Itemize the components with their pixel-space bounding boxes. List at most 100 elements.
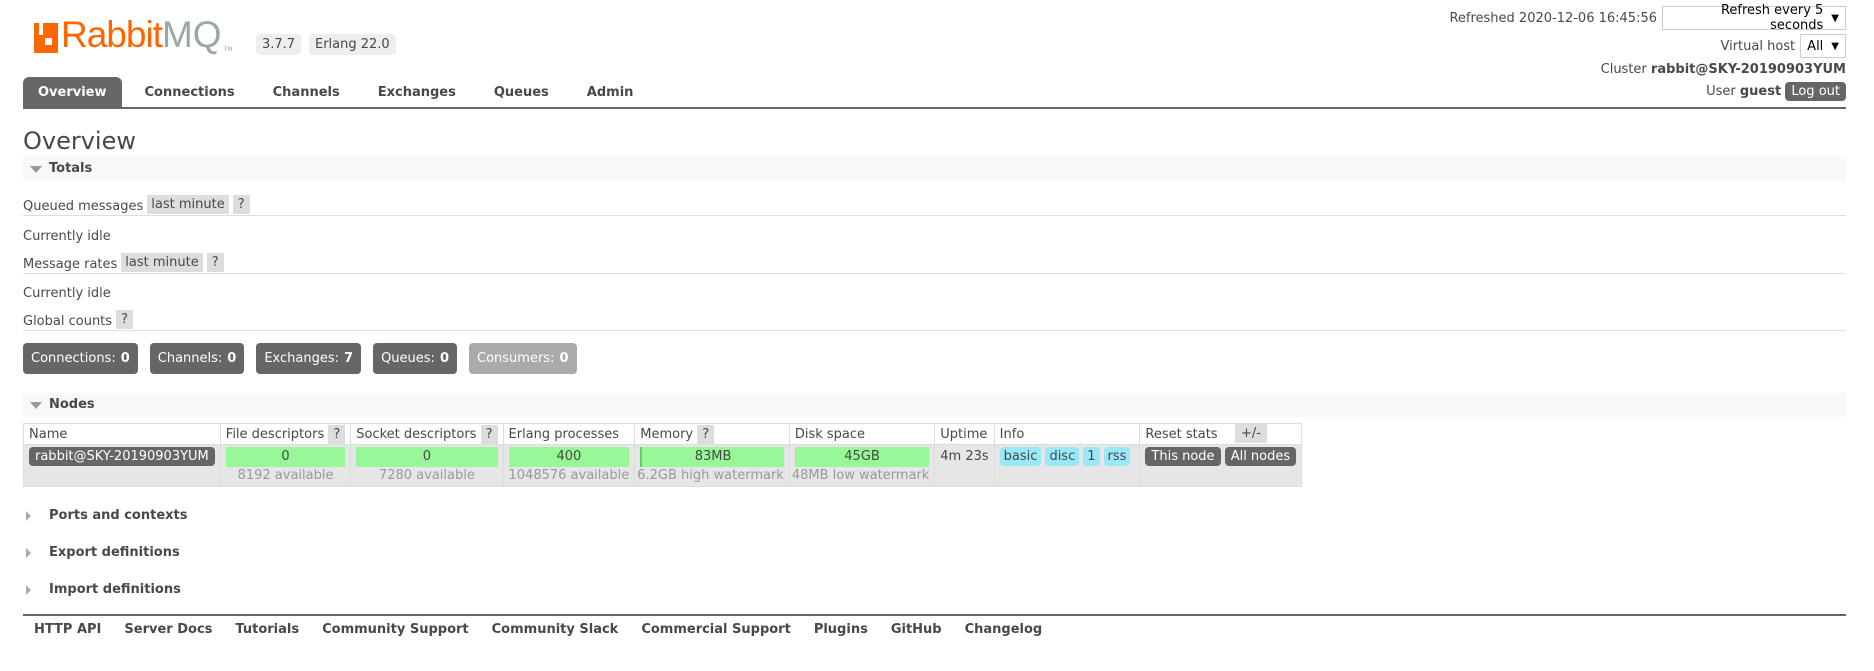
count-value: 7: [344, 351, 354, 366]
col-fd: File descriptors ?: [219, 423, 352, 445]
info-badge: disc: [1045, 447, 1080, 466]
info-badge: 1: [1083, 447, 1100, 466]
count-value: 0: [439, 351, 449, 366]
page-title: Overview: [23, 127, 136, 155]
channels-count[interactable]: Channels: 0: [149, 343, 245, 374]
logo-icon: [34, 23, 58, 53]
cluster-value: rabbit@SKY-20190903YUM: [1650, 62, 1846, 77]
help-icon[interactable]: ?: [116, 310, 133, 329]
consumers-count[interactable]: Consumers: 0: [469, 343, 577, 374]
rates-status: Currently idle: [23, 286, 111, 301]
import-section-header[interactable]: Import definitions: [23, 580, 181, 600]
col-name: Name: [23, 423, 221, 445]
message-rates-row: Message rates last minute?: [23, 252, 1846, 274]
count-label: Connections:: [31, 351, 116, 366]
range-selector[interactable]: last minute: [147, 195, 229, 214]
help-icon[interactable]: ?: [480, 424, 498, 444]
col-info: Info: [993, 423, 1141, 445]
help-icon[interactable]: ?: [328, 424, 346, 444]
table-row: rabbit@SKY-20190903YUM 0 8192 available 0…: [23, 444, 1303, 487]
global-counts: Connections: 0 Channels: 0 Exchanges: 7 Que…: [23, 343, 577, 374]
footer-link-tutorials[interactable]: Tutorials: [235, 622, 299, 637]
vhost-select[interactable]: All ▼: [1800, 34, 1846, 58]
queued-status: Currently idle: [23, 229, 111, 244]
col-uptime: Uptime: [934, 423, 995, 445]
footer-link-changelog[interactable]: Changelog: [965, 622, 1043, 637]
info-badge: rss: [1103, 447, 1131, 466]
memory-watermark: 6.2GB high watermark: [637, 468, 784, 483]
info-badge: basic: [999, 447, 1042, 466]
footer-link-community-slack[interactable]: Community Slack: [492, 622, 619, 637]
queues-count[interactable]: Queues: 0: [373, 343, 457, 374]
col-sd: Socket descriptors ?: [350, 423, 504, 445]
exchanges-count[interactable]: Exchanges: 7: [256, 343, 362, 374]
vhost-value: All: [1807, 38, 1824, 54]
logo-text: Rabbit: [61, 14, 163, 55]
col-disk: Disk space: [788, 423, 936, 445]
count-label: Consumers:: [477, 351, 555, 366]
expand-triangle-icon: [26, 511, 31, 521]
collapse-triangle-icon: [30, 402, 42, 409]
memory-bar: 83MB: [640, 447, 784, 467]
reset-this-node-button[interactable]: This node: [1145, 447, 1221, 466]
ports-section-header[interactable]: Ports and contexts: [23, 506, 187, 526]
ep-bar: 400: [508, 447, 630, 467]
collapse-triangle-icon: [30, 166, 42, 173]
count-label: Channels:: [157, 351, 223, 366]
tab-queues[interactable]: Queues: [479, 77, 564, 107]
totals-section-header[interactable]: Totals: [23, 157, 1846, 181]
footer-link-github[interactable]: GitHub: [891, 622, 942, 637]
connections-count[interactable]: Connections: 0: [23, 343, 138, 374]
table-header: Name File descriptors ? Socket descripto…: [23, 423, 1303, 445]
sd-available: 7280 available: [378, 468, 475, 483]
help-icon[interactable]: ?: [232, 195, 250, 214]
footer: HTTP API Server Docs Tutorials Community…: [23, 614, 1846, 637]
tab-connections[interactable]: Connections: [130, 77, 250, 107]
logo-text-mq: MQ: [161, 14, 222, 55]
footer-link-commercial-support[interactable]: Commercial Support: [641, 622, 791, 637]
ports-title: Ports and contexts: [49, 508, 188, 523]
version-badge: 3.7.7: [256, 34, 302, 55]
reset-all-nodes-button[interactable]: All nodes: [1224, 447, 1297, 466]
cluster-info: Cluster rabbit@SKY-20190903YUM: [1601, 62, 1846, 77]
col-ep: Erlang processes: [502, 423, 636, 445]
count-value: 0: [120, 351, 130, 366]
queued-label: Queued messages: [23, 199, 144, 214]
col-memory: Memory ?: [634, 423, 790, 445]
tab-admin[interactable]: Admin: [572, 77, 649, 107]
col-reset: Reset stats: [1139, 423, 1303, 445]
main-nav: Overview Connections Channels Exchanges …: [23, 77, 1846, 109]
rates-label: Message rates: [23, 257, 118, 272]
range-selector[interactable]: last minute: [121, 253, 203, 272]
footer-link-community-support[interactable]: Community Support: [322, 622, 469, 637]
rabbitmq-logo: Rabbit MQ TM: [34, 14, 232, 55]
footer-link-http-api[interactable]: HTTP API: [34, 622, 101, 637]
expand-triangle-icon: [26, 548, 31, 558]
tab-exchanges[interactable]: Exchanges: [363, 77, 471, 107]
export-section-header[interactable]: Export definitions: [23, 543, 180, 563]
help-icon[interactable]: ?: [697, 424, 715, 444]
disk-watermark: 48MB low watermark: [791, 468, 930, 483]
nodes-title: Nodes: [49, 397, 95, 412]
refresh-select[interactable]: Refresh every 5 seconds ▼: [1662, 3, 1846, 33]
count-value: 0: [227, 351, 237, 366]
nodes-section-header[interactable]: Nodes: [23, 393, 1846, 417]
footer-link-server-docs[interactable]: Server Docs: [124, 622, 212, 637]
import-title: Import definitions: [49, 582, 181, 597]
count-label: Exchanges:: [264, 351, 340, 366]
count-value: 0: [559, 351, 569, 366]
footer-link-plugins[interactable]: Plugins: [814, 622, 868, 637]
tab-overview[interactable]: Overview: [23, 77, 122, 107]
columns-toggle-button[interactable]: +/-: [1235, 424, 1267, 443]
tab-channels[interactable]: Channels: [258, 77, 355, 107]
global-counts-label: Global counts: [23, 314, 113, 329]
totals-title: Totals: [49, 161, 93, 176]
uptime: 4m 23s: [934, 444, 995, 487]
help-icon[interactable]: ?: [206, 253, 224, 272]
nodes-table: Name File descriptors ? Socket descripto…: [23, 423, 1303, 487]
refresh-value: Refresh every 5 seconds: [1720, 3, 1824, 33]
dropdown-arrow-icon: ▼: [1831, 12, 1839, 24]
queued-messages-row: Queued messages last minute?: [23, 194, 1846, 216]
sd-bar: 0: [356, 447, 498, 467]
node-link[interactable]: rabbit@SKY-20190903YUM: [29, 447, 215, 466]
